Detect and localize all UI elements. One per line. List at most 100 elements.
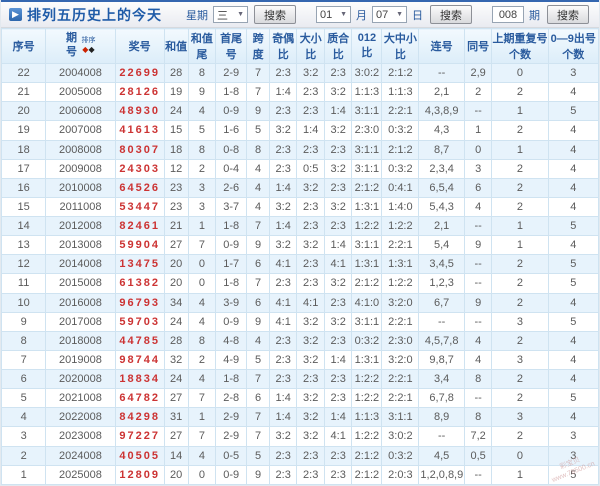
cell-prize: 64782 xyxy=(114,388,165,409)
cell-period: 2017008 xyxy=(45,311,116,332)
cell-sum-tail: 9 xyxy=(187,82,217,103)
cell-span: 5 xyxy=(246,120,270,141)
title-arrow-icon: ▶ xyxy=(9,8,22,21)
cell-period: 2024008 xyxy=(45,445,116,466)
cell-sum: 21 xyxy=(163,215,189,237)
cell-sum-tail: 3 xyxy=(187,196,217,218)
column-header-consecutive: 连号 xyxy=(418,28,465,64)
cell-same: 9 xyxy=(463,235,493,256)
cell-sum-tail: 7 xyxy=(187,388,217,409)
column-header-period: 期号 排序 ◆◆ xyxy=(45,28,116,64)
cell-big-small: 3:2 xyxy=(296,407,325,428)
table-row: 21 2005008 28126 19 9 1-8 7 1:4 2:3 3:2 1:1:3 1:1:3… xyxy=(1,82,599,103)
cell-012: 3:1:1 xyxy=(351,139,383,160)
cell-big-small: 2:3 xyxy=(296,368,325,390)
cell-big-mid-small: 2:1:2 xyxy=(381,62,420,84)
month-select[interactable]: 01 ▼ xyxy=(316,6,351,23)
sort-desc-icon[interactable]: ◆ xyxy=(88,45,94,54)
cell-012: 2:1:2 xyxy=(351,273,383,294)
cell-012: 3:0:2 xyxy=(351,62,383,84)
cell-distinct-count: 3 xyxy=(547,426,599,447)
cell-same: 0 xyxy=(463,139,493,160)
cell-consecutive: 5,4 xyxy=(418,235,465,256)
cell-index: 4 xyxy=(1,407,47,428)
cell-index: 9 xyxy=(1,311,47,332)
cell-sum: 19 xyxy=(163,82,189,103)
cell-same: -- xyxy=(463,311,493,332)
cell-012: 1:3:1 xyxy=(351,349,383,371)
issue-label: 期 xyxy=(529,9,540,22)
cell-index: 20 xyxy=(1,101,47,122)
cell-consecutive: 4,3 xyxy=(418,120,465,141)
cell-big-small: 2:3 xyxy=(296,82,325,103)
cell-period: 2022008 xyxy=(45,407,116,428)
day-select[interactable]: 07 ▼ xyxy=(372,6,407,23)
cell-prime-composite: 2:3 xyxy=(323,292,353,313)
cell-prize: 59703 xyxy=(114,311,165,332)
cell-012: 1:2:2 xyxy=(351,215,383,237)
header-row: 序号 期号 排序 ◆◆ 奖号 和值 和值尾 首尾号 跨度 奇偶比 大小比 质合比 012比 大中小比 连号同… xyxy=(1,28,599,64)
cell-index: 10 xyxy=(1,292,47,313)
cell-big-mid-small: 1:4:0 xyxy=(381,196,420,218)
column-header-012: 012比 xyxy=(351,28,383,64)
cell-period: 2015008 xyxy=(45,273,116,294)
cell-same: 1 xyxy=(463,120,493,141)
table-row: 2 2024008 40505 14 4 0-5 5 2:3 2:3 2:3 2:1:2 0:3:2 4… xyxy=(1,445,599,466)
cell-sum: 34 xyxy=(163,292,189,313)
cell-span: 7 xyxy=(246,62,270,84)
cell-big-small: 3:2 xyxy=(296,177,325,198)
cell-span: 9 xyxy=(246,311,270,332)
cell-odd-even: 4:1 xyxy=(268,254,298,275)
issue-input[interactable] xyxy=(492,6,524,23)
cell-odd-even: 1:4 xyxy=(268,407,298,428)
search-date-button[interactable]: 搜索 xyxy=(430,5,472,24)
cell-span: 9 xyxy=(246,101,270,122)
cell-consecutive: 2,1 xyxy=(418,82,465,103)
cell-repeat-count: 2 xyxy=(491,330,549,351)
cell-012: 1:3:1 xyxy=(351,196,383,218)
cell-distinct-count: 5 xyxy=(547,101,599,122)
column-header-label: 大中小比 xyxy=(383,33,417,61)
cell-012: 1:3:1 xyxy=(351,254,383,275)
cell-prime-composite: 1:4 xyxy=(323,101,353,122)
cell-min-max: 0-8 xyxy=(215,139,248,160)
cell-min-max: 0-9 xyxy=(215,311,248,332)
cell-min-max: 2-8 xyxy=(215,388,248,409)
cell-same: 2,9 xyxy=(463,62,493,84)
cell-odd-even: 4:1 xyxy=(268,311,298,332)
cell-sum-tail: 2 xyxy=(187,349,217,371)
cell-big-small: 3:2 xyxy=(296,330,325,351)
cell-sum: 14 xyxy=(163,445,189,466)
cell-prime-composite: 3:2 xyxy=(323,158,353,179)
cell-period: 2006008 xyxy=(45,101,116,122)
table-wrap: 序号 期号 排序 ◆◆ 奖号 和值 和值尾 首尾号 跨度 奇偶比 大小比 质合比 012比 大中小比 连号同… xyxy=(1,28,599,485)
cell-big-small: 3:2 xyxy=(296,349,325,371)
sort-widget: 排序 ◆◆ xyxy=(81,37,95,55)
cell-distinct-count: 5 xyxy=(547,254,599,275)
cell-sum-tail: 1 xyxy=(187,215,217,237)
cell-repeat-count: 1 xyxy=(491,139,549,160)
period-header-wrap: 期号 排序 ◆◆ xyxy=(47,32,114,60)
table-row: 12 2014008 13475 20 0 1-7 6 4:1 2:3 4:1 1:3:1 1:3:1… xyxy=(1,254,599,275)
cell-prize: 61382 xyxy=(114,273,165,294)
cell-odd-even: 1:4 xyxy=(268,215,298,237)
cell-same: -- xyxy=(463,388,493,409)
cell-big-small: 2:3 xyxy=(296,445,325,466)
search-issue-button[interactable]: 搜索 xyxy=(547,5,589,24)
cell-distinct-count: 4 xyxy=(547,330,599,351)
cell-period: 2021008 xyxy=(45,388,116,409)
cell-consecutive: 5,4,3 xyxy=(418,196,465,218)
cell-repeat-count: 2 xyxy=(491,388,549,409)
search-week-button[interactable]: 搜索 xyxy=(254,5,296,24)
week-select[interactable]: 三 ▼ xyxy=(213,6,248,23)
cell-big-small: 3:2 xyxy=(296,426,325,447)
cell-repeat-count: 2 xyxy=(491,426,549,447)
cell-period: 2004008 xyxy=(45,62,116,84)
cell-span: 9 xyxy=(246,464,270,485)
cell-big-small: 0:5 xyxy=(296,158,325,179)
table-row: 14 2012008 82461 21 1 1-8 7 1:4 2:3 2:3 1:2:2 1:2:2… xyxy=(1,215,599,237)
cell-sum: 20 xyxy=(163,464,189,485)
title-bar: ▶ 排列五历史上的今天 星期 三 ▼ 搜索 01 ▼ 月 07 ▼ 日 搜索 期 xyxy=(1,2,599,28)
cell-big-mid-small: 2:2:1 xyxy=(381,311,420,332)
cell-span: 5 xyxy=(246,445,270,466)
